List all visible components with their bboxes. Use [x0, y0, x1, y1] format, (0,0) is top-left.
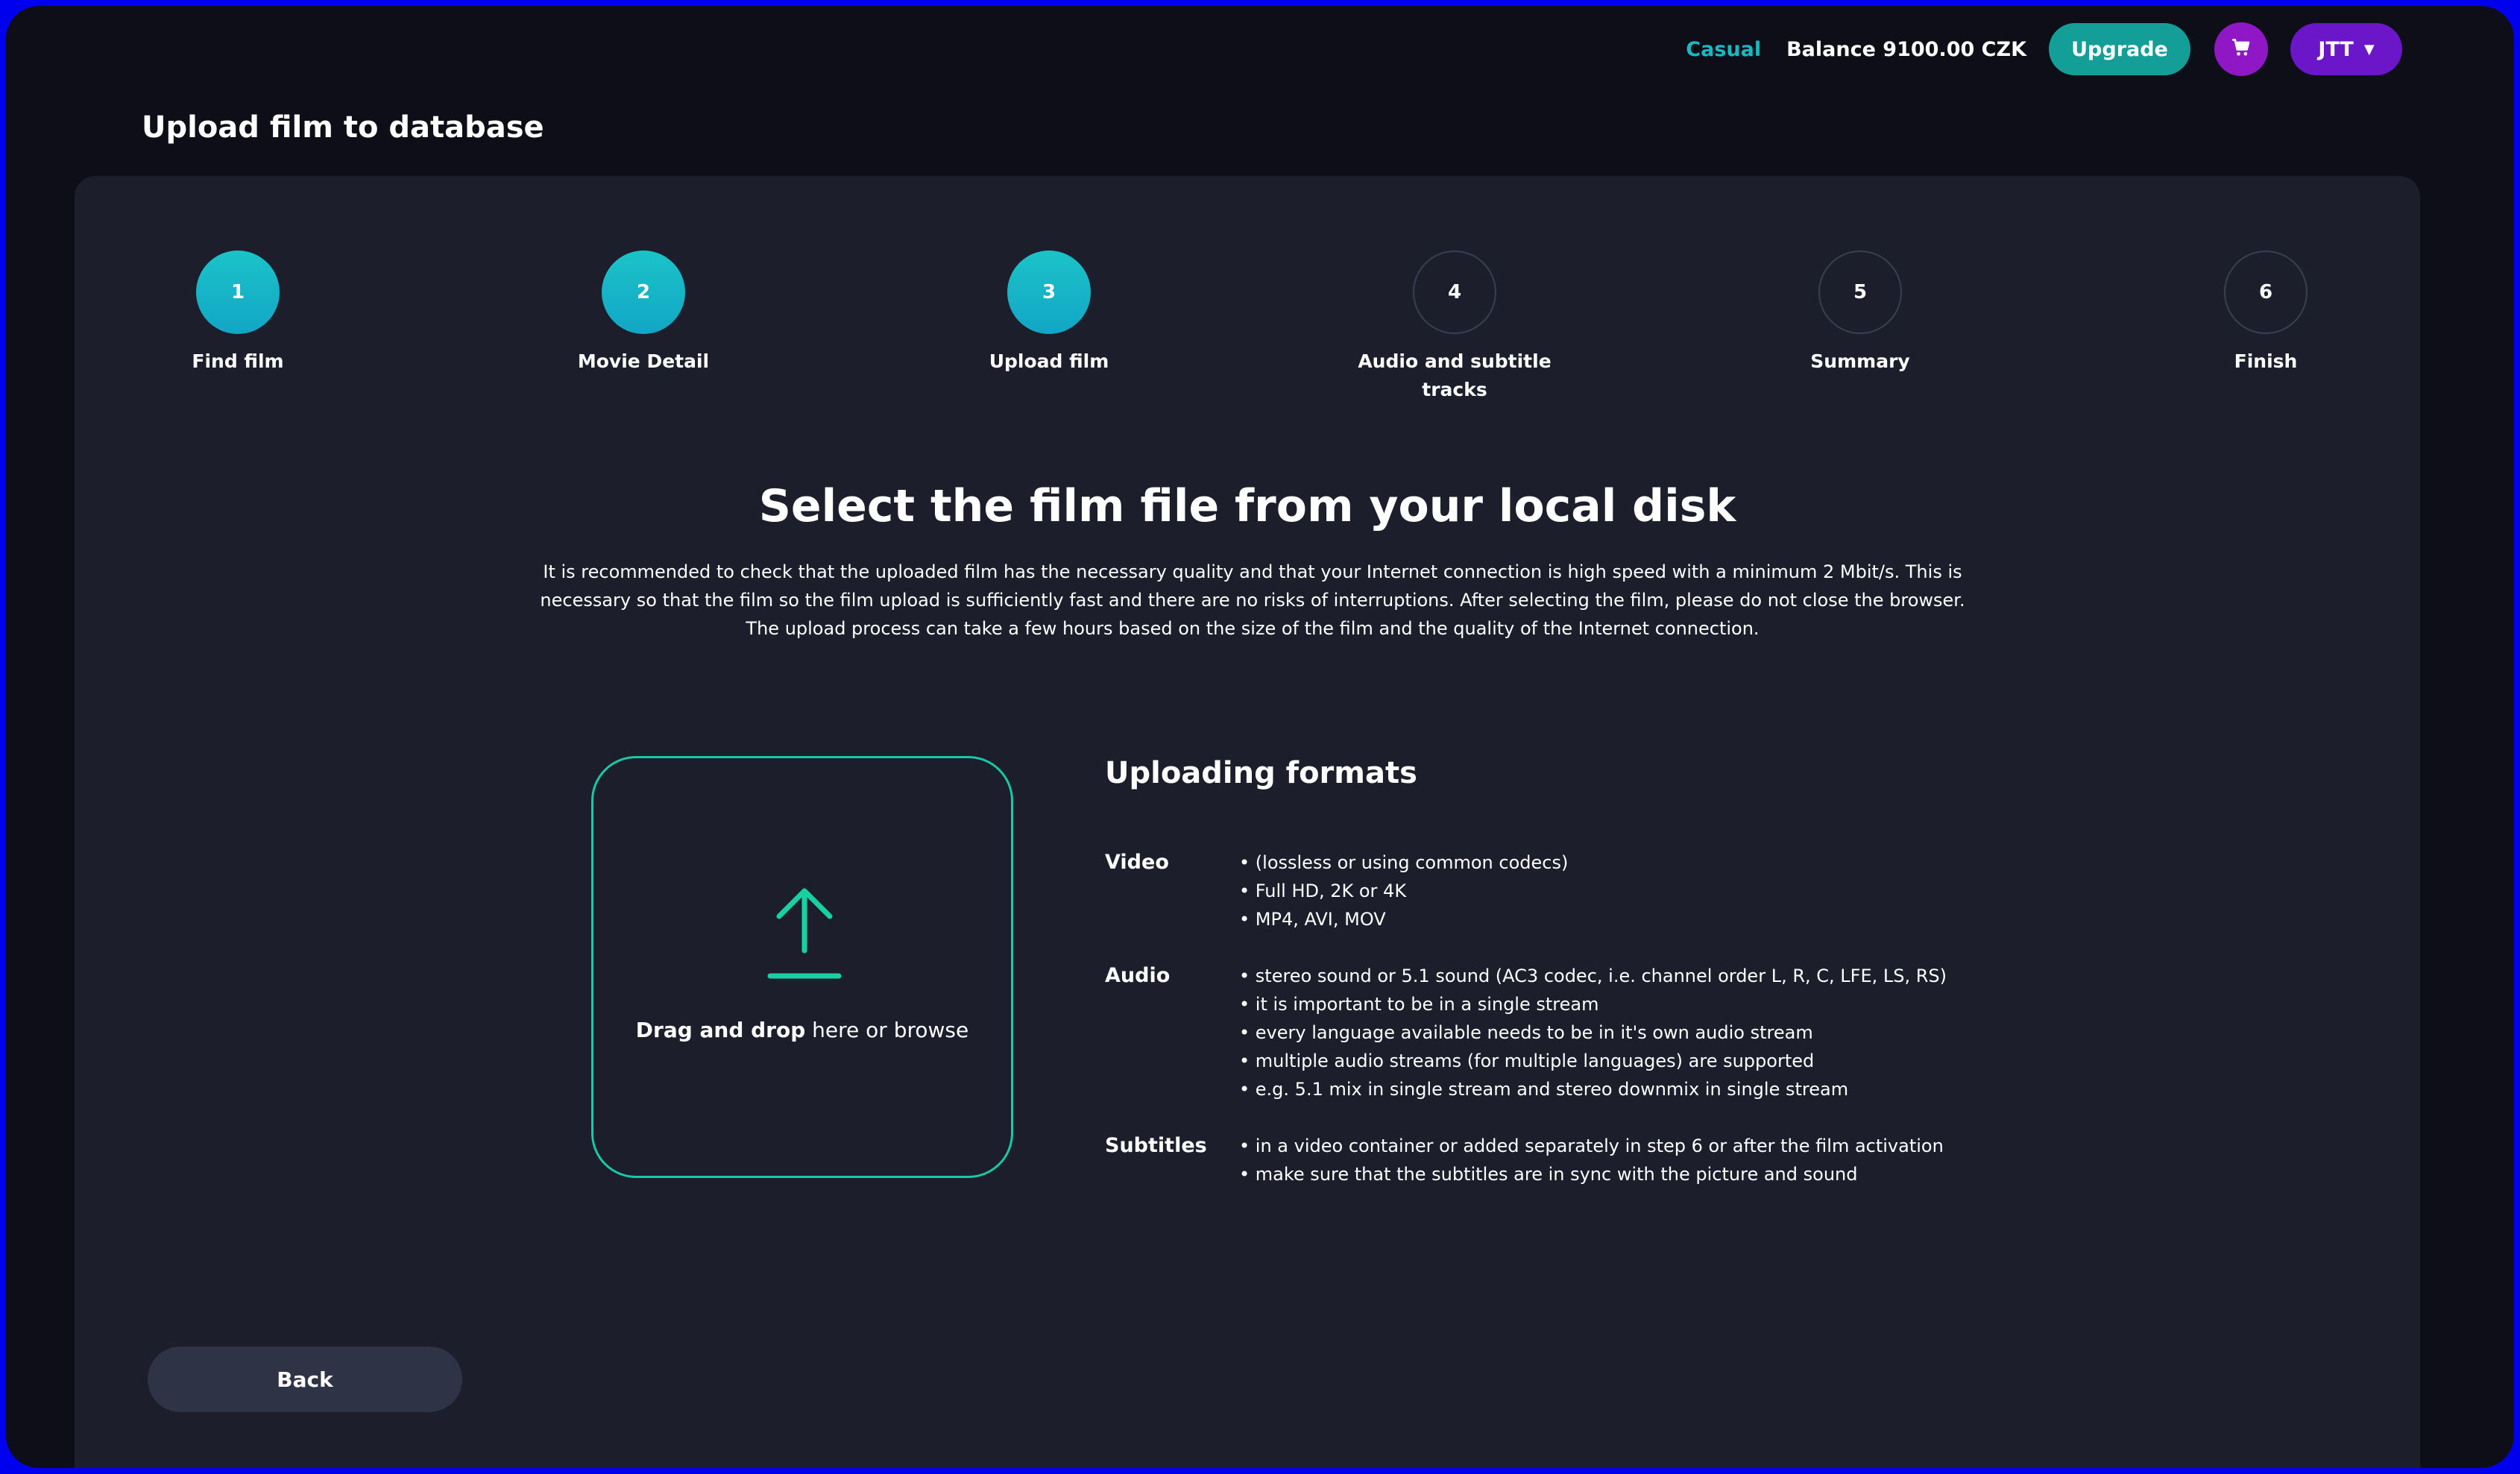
step-number: 6: [2224, 251, 2308, 334]
cart-icon: [2231, 37, 2252, 61]
cart-button[interactable]: [2214, 22, 2268, 76]
balance-label: Balance 9100.00 CZK: [1786, 37, 2026, 61]
upgrade-button[interactable]: Upgrade: [2049, 23, 2190, 75]
list-item: • multiple audio streams (for multiple l…: [1239, 1051, 1815, 1071]
format-list: • in a video container or added separate…: [1239, 1132, 2134, 1188]
plan-link[interactable]: Casual: [1686, 38, 1761, 61]
step-label: Find film: [192, 350, 284, 372]
app-window: Casual Balance 9100.00 CZK Upgrade JTT ▼…: [6, 6, 2514, 1468]
list-item: • every language available needs to be i…: [1239, 1022, 1813, 1043]
step-number: 5: [1818, 251, 1902, 334]
step-1: 1 Find film: [126, 251, 350, 376]
format-label: Subtitles: [1105, 1134, 1207, 1157]
browse-label: here or browse: [805, 1018, 969, 1042]
list-item: • make sure that the subtitles are in sy…: [1239, 1164, 1858, 1185]
format-list: • (lossless or using common codecs) • Fu…: [1239, 848, 2134, 933]
step-label: Finish: [2234, 350, 2298, 372]
back-button[interactable]: Back: [148, 1347, 462, 1412]
section-heading: Select the film file from your local dis…: [758, 480, 1736, 532]
step-6: 6 Finish: [2154, 251, 2378, 376]
list-item: • e.g. 5.1 mix in single stream and ster…: [1239, 1079, 1849, 1100]
intro-text: It is recommended to check that the uplo…: [540, 561, 1965, 639]
format-label: Video: [1105, 851, 1169, 874]
list-item: • it is important to be in a single stre…: [1239, 994, 1599, 1015]
list-item: • Full HD, 2K or 4K: [1239, 881, 1407, 901]
list-item: • MP4, AVI, MOV: [1239, 909, 1386, 930]
step-label: Movie Detail: [577, 350, 710, 372]
step-label: Audio and subtitle tracks: [1358, 350, 1552, 400]
chevron-down-icon: ▼: [2363, 41, 2375, 57]
user-menu-button[interactable]: JTT ▼: [2290, 23, 2402, 75]
step-number: 4: [1413, 251, 1496, 334]
step-number: 2: [602, 251, 685, 334]
page-title: Upload film to database: [142, 110, 544, 145]
list-item: • (lossless or using common codecs): [1239, 852, 1569, 873]
step-2: 2 Movie Detail: [532, 251, 755, 376]
top-bar: Casual Balance 9100.00 CZK Upgrade JTT ▼: [1686, 22, 2402, 76]
drag-drop-label: Drag and drop: [635, 1018, 806, 1042]
list-item: • in a video container or added separate…: [1239, 1136, 1944, 1156]
user-initials: JTT: [2318, 37, 2354, 61]
upload-panel: 1 Find film 2 Movie Detail 3 Upload film 4 Audi…: [75, 176, 2420, 1468]
list-item: • stereo sound or 5.1 sound (AC3 codec, …: [1239, 966, 1947, 986]
upload-icon: [767, 885, 842, 985]
formats-title: Uploading formats: [1105, 756, 1417, 790]
step-label: Upload film: [989, 350, 1109, 372]
step-label: Summary: [1810, 350, 1910, 372]
format-list: • stereo sound or 5.1 sound (AC3 codec, …: [1239, 962, 2134, 1103]
step-3: 3 Upload film: [937, 251, 1161, 376]
step-5: 5 Summary: [1748, 251, 1972, 376]
step-number: 1: [196, 251, 280, 334]
format-label: Audio: [1105, 964, 1171, 987]
dropzone-text[interactable]: Drag and drop here or browse: [593, 1018, 1011, 1042]
file-dropzone[interactable]: Drag and drop here or browse: [591, 756, 1013, 1178]
step-number: 3: [1007, 251, 1091, 334]
step-4: 4 Audio and subtitle tracks: [1343, 251, 1566, 404]
